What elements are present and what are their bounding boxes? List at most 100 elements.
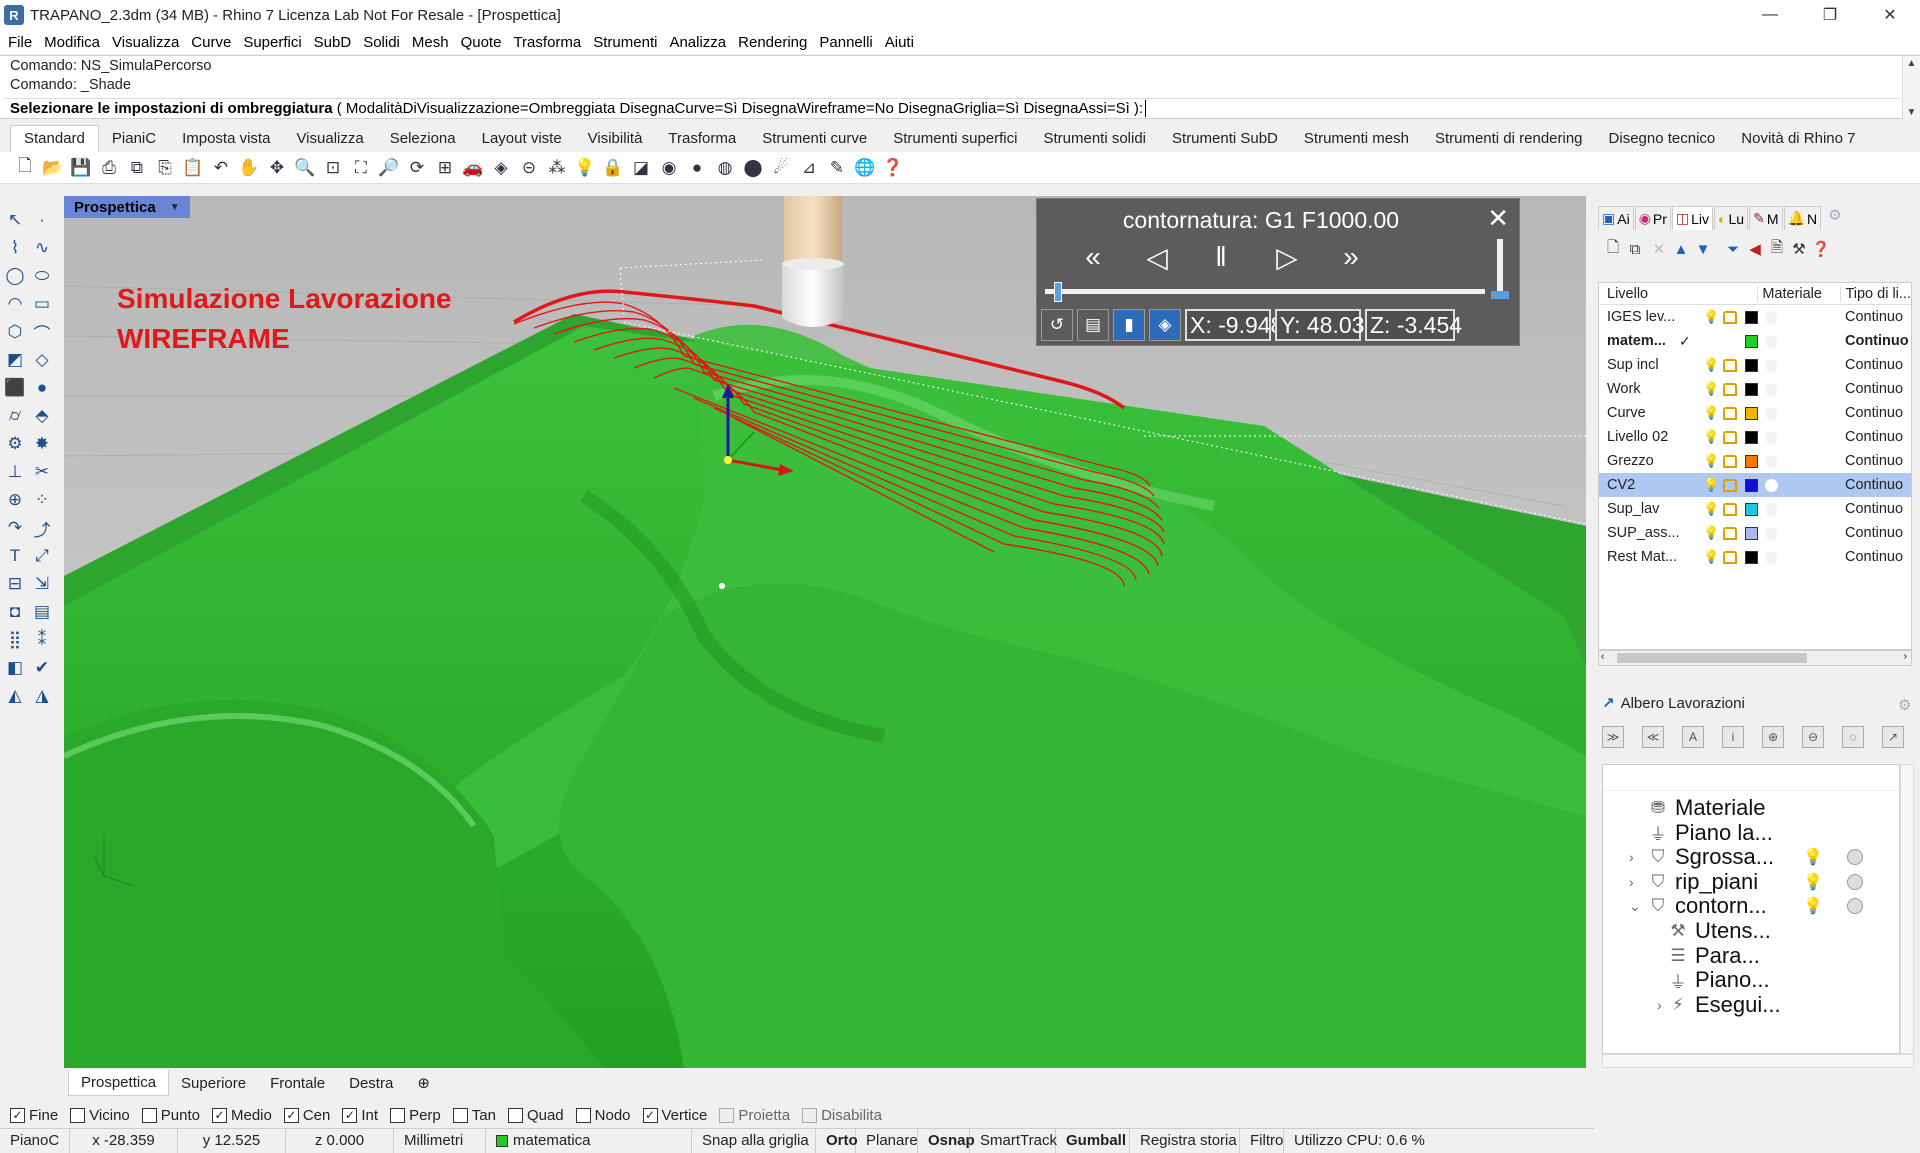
status-cplane[interactable]: PianoC [0,1128,70,1153]
sphere-icon[interactable]: ● [30,376,54,400]
step-forward-icon[interactable]: ▷ [1267,237,1307,277]
rebuild-icon[interactable]: ↷ [3,516,27,540]
osnap-nodo[interactable]: Nodo [575,1107,631,1124]
menu-mesh[interactable]: Mesh [406,34,455,51]
tab-strumenti-solidi[interactable]: Strumenti solidi [1030,126,1159,152]
osnap-tan[interactable]: Tan [452,1107,496,1124]
linetype[interactable]: Continuo [1845,525,1903,541]
fast-forward-icon[interactable]: » [1331,237,1371,277]
four-viewports-icon[interactable]: ⊞ [434,157,456,179]
text-icon[interactable]: A [1682,726,1704,748]
command-prompt[interactable]: Selezionare le impostazioni di ombreggia… [4,98,1900,119]
tab-layout-viste[interactable]: Layout viste [469,126,575,152]
curve-icon[interactable]: ∿ [30,236,54,260]
menu-visualizza[interactable]: Visualizza [106,34,185,51]
linetype[interactable]: Continuo [1845,429,1903,445]
point-icon[interactable]: · [30,208,54,232]
layer-color-swatch[interactable] [1745,358,1758,372]
dimension-tool-icon[interactable]: ⤢ [30,544,54,568]
speed-slider-thumb[interactable] [1491,291,1509,299]
menu-file[interactable]: File [2,34,38,51]
layer-row[interactable]: matem... ✓ Continuo [1599,329,1911,353]
tab-superiore[interactable]: Superiore [169,1071,258,1096]
layer-name[interactable]: Sup incl [1599,357,1683,373]
scroll-left-icon[interactable]: ‹ [1601,651,1604,662]
osnap-quad[interactable]: Quad [507,1107,564,1124]
tab-novita-rhino7[interactable]: Novità di Rhino 7 [1728,126,1868,152]
delete-layer-icon[interactable]: ✕ [1650,240,1668,258]
help-icon[interactable]: ❓ [882,157,904,179]
linetype[interactable]: Continuo [1845,309,1903,325]
visibility-bulb-icon[interactable]: 💡 [1803,847,1823,867]
visibility-bulb-icon[interactable]: 💡 [1703,477,1719,493]
layer-row[interactable]: Work 💡 Continuo [1599,377,1911,401]
tab-destra[interactable]: Destra [337,1071,405,1096]
material-swatch[interactable] [1765,382,1778,396]
color-wheel-icon[interactable]: ◉ [658,157,680,179]
layer-color-swatch[interactable] [1745,526,1758,540]
stock-view-icon[interactable]: ▤ [1077,309,1109,341]
layer-name[interactable]: SUP_ass... [1599,525,1683,541]
material-swatch[interactable] [1765,310,1778,324]
expand-icon[interactable]: › [1629,849,1634,865]
status-toggle-osnap[interactable]: Osnap [918,1128,975,1153]
solid-tools-icon[interactable]: ◘ [3,600,27,624]
help-icon[interactable]: ❓ [1812,240,1831,258]
status-units[interactable]: Millimetri [394,1128,486,1153]
zoom-in-icon[interactable]: ⊕ [1762,726,1784,748]
polyline-icon[interactable]: ⌇ [3,236,27,260]
lock-icon[interactable] [1723,550,1737,564]
visibility-bulb-icon[interactable]: 💡 [1703,357,1719,373]
edit-icon[interactable]: ✎ [826,157,848,179]
tab-disegno-tecnico[interactable]: Disegno tecnico [1596,126,1729,152]
layer-name[interactable]: Rest Mat... [1599,549,1683,565]
expand-icon[interactable]: › [1629,874,1634,890]
menu-modifica[interactable]: Modifica [38,34,106,51]
zoom-window-icon[interactable]: ⊡ [322,157,344,179]
layer-color-swatch[interactable] [1745,550,1758,564]
checkbox[interactable] [390,1107,406,1123]
cylinder-icon[interactable]: ⌭ [3,404,27,428]
material-swatch[interactable] [1765,430,1778,444]
check-icon[interactable]: ✔ [30,656,54,680]
layer-row[interactable]: Sup incl 💡 Continuo [1599,353,1911,377]
menu-analizza[interactable]: Analizza [663,34,732,51]
info-icon[interactable]: i [1722,726,1744,748]
visibility-bulb-icon[interactable]: 💡 [1703,309,1719,325]
new-file-icon[interactable]: 🗋 [14,156,36,179]
status-circle-icon[interactable] [1847,898,1863,915]
scroll-down-icon[interactable]: ▼ [1907,107,1917,118]
move-down-icon[interactable]: ▼ [1694,240,1712,258]
osnap-perp[interactable]: Perp [390,1107,441,1124]
layer-color-swatch[interactable] [1745,502,1758,516]
layer-name[interactable]: Livello 02 [1599,429,1683,445]
status-toggle-filtro[interactable]: Filtro [1240,1128,1284,1153]
visibility-bulb-icon[interactable]: 💡 [1803,872,1823,892]
status-layer[interactable]: matematica [486,1128,692,1153]
linetype[interactable]: Continuo [1845,381,1903,397]
linetype[interactable]: Continuo [1845,453,1903,469]
pan-hand-icon[interactable]: ✋ [238,157,260,179]
col-materiale[interactable]: Materiale [1757,285,1840,302]
layer-color-swatch[interactable] [1745,478,1758,492]
pause-icon[interactable]: ‖ [1201,237,1241,277]
checkbox[interactable] [575,1107,591,1123]
osnap-proietta[interactable]: Proietta [719,1107,790,1124]
osnap-int[interactable]: ✓ Int [342,1107,378,1124]
menu-subd[interactable]: SubD [308,34,358,51]
layer-row[interactable]: Sup_lav 💡 Continuo [1599,497,1911,521]
osnap-fine[interactable]: ✓ Fine [10,1107,58,1124]
command-options[interactable]: ( ModalitàDiVisualizzazione=Ombreggiata … [333,100,1143,117]
checkbox[interactable] [719,1107,735,1123]
surface-icon[interactable]: ◩ [3,348,27,372]
zoom-out-icon[interactable]: ⊖ [1802,726,1824,748]
material-swatch[interactable] [1765,358,1778,372]
layer-row[interactable]: IGES lev... 💡 Continuo [1599,305,1911,329]
lock-icon[interactable] [1723,526,1737,540]
material-swatch[interactable] [1765,454,1778,468]
rotate-icon[interactable]: ⟳ [406,157,428,179]
visibility-bulb-icon[interactable]: 💡 [1803,896,1823,916]
status-toggle-snap-alla-griglia[interactable]: Snap alla griglia [692,1128,816,1153]
layer-row[interactable]: Rest Mat... 💡 Continuo [1599,545,1911,569]
tab-imposta-vista[interactable]: Imposta vista [169,126,283,152]
